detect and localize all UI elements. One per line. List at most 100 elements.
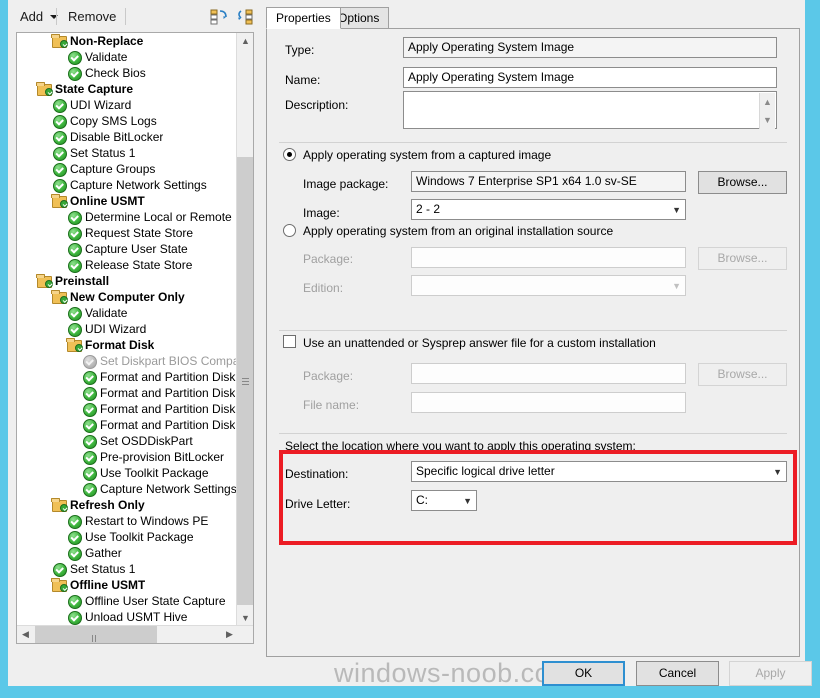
tree-horizontal-scrollbar[interactable]: ◀ ▶ bbox=[17, 625, 253, 643]
step-enabled-icon bbox=[66, 258, 82, 273]
description-scroll-buttons[interactable]: ▲ ▼ bbox=[759, 93, 775, 129]
collapse-all-icon[interactable] bbox=[210, 8, 230, 26]
tree-item[interactable]: Set Status 1 bbox=[17, 561, 237, 577]
tree-item-label: Preinstall bbox=[55, 274, 110, 288]
tree-item[interactable]: Format and Partition Disk bbox=[17, 385, 237, 401]
type-label: Type: bbox=[285, 43, 315, 57]
tree-item[interactable]: Check Bios bbox=[17, 65, 237, 81]
scroll-up-icon[interactable]: ▲ bbox=[237, 33, 253, 50]
unattend-checkbox[interactable] bbox=[283, 335, 296, 348]
tree-item[interactable]: Format and Partition Disk ( bbox=[17, 401, 237, 417]
tree-item[interactable]: Validate bbox=[17, 305, 237, 321]
tree-item[interactable]: Set OSDDiskPart bbox=[17, 433, 237, 449]
task-sequence-tree-pane: Add Remove Non-Replace Validate Check Bi… bbox=[8, 0, 261, 686]
tree-vertical-scrollbar[interactable]: ▲ ▼ bbox=[236, 33, 253, 627]
tree-item[interactable]: Non-Replace bbox=[17, 33, 237, 49]
tree-item-label: Gather bbox=[85, 546, 122, 560]
task-sequence-tree[interactable]: Non-Replace Validate Check Bios State Captu… bbox=[16, 32, 254, 644]
tree-item[interactable]: State Capture bbox=[17, 81, 237, 97]
dialog-button-row: OK Cancel Apply bbox=[261, 657, 812, 686]
scroll-down-icon[interactable]: ▼ bbox=[760, 111, 775, 129]
tree-item[interactable]: Gather bbox=[17, 545, 237, 561]
tree-item[interactable]: Copy SMS Logs bbox=[17, 113, 237, 129]
tree-item[interactable]: Pre-provision BitLocker bbox=[17, 449, 237, 465]
tree-item-label: Refresh Only bbox=[70, 498, 145, 512]
expand-all-icon[interactable] bbox=[234, 8, 254, 26]
tree-items-viewport: Non-Replace Validate Check Bios State Captu… bbox=[17, 33, 237, 627]
tree-item[interactable]: Validate bbox=[17, 49, 237, 65]
tree-item[interactable]: Refresh Only bbox=[17, 497, 237, 513]
package-browse-button: Browse... bbox=[698, 247, 787, 270]
step-enabled-icon bbox=[66, 546, 82, 561]
step-enabled-icon bbox=[81, 482, 97, 497]
add-button-label: Add bbox=[20, 9, 44, 24]
tree-item[interactable]: Set Diskpart BIOS Compat bbox=[17, 353, 237, 369]
tree-item[interactable]: Offline User State Capture bbox=[17, 593, 237, 609]
tree-item[interactable]: UDI Wizard bbox=[17, 97, 237, 113]
ok-button[interactable]: OK bbox=[542, 661, 625, 686]
radio-captured-image[interactable] bbox=[283, 148, 296, 161]
scroll-left-icon[interactable]: ◀ bbox=[17, 626, 34, 643]
tree-item[interactable]: Unload USMT Hive bbox=[17, 609, 237, 625]
step-enabled-icon bbox=[51, 114, 67, 129]
scroll-right-icon[interactable]: ▶ bbox=[221, 626, 238, 643]
tree-toolbar: Add Remove bbox=[8, 0, 261, 32]
task-sequence-editor-window: Add Remove Non-Replace Validate Check Bi… bbox=[8, 0, 812, 688]
tree-item[interactable]: New Computer Only bbox=[17, 289, 237, 305]
remove-button[interactable]: Remove bbox=[62, 6, 122, 27]
radio-original-source[interactable] bbox=[283, 224, 296, 237]
scroll-up-icon[interactable]: ▲ bbox=[760, 93, 775, 111]
tree-item-label: Format Disk bbox=[85, 338, 155, 352]
tree-item[interactable]: Capture Groups bbox=[17, 161, 237, 177]
tree-item[interactable]: Set Status 1 bbox=[17, 145, 237, 161]
image-package-browse-button[interactable]: Browse... bbox=[698, 171, 787, 194]
tree-item[interactable]: Format Disk bbox=[17, 337, 237, 353]
tree-item-label: State Capture bbox=[55, 82, 134, 96]
scroll-thumb-grip bbox=[92, 631, 100, 642]
step-enabled-icon bbox=[51, 146, 67, 161]
name-input[interactable]: Apply Operating System Image bbox=[403, 67, 777, 88]
drive-letter-select[interactable]: C: ▼ bbox=[411, 490, 477, 511]
tree-item[interactable]: Preinstall bbox=[17, 273, 237, 289]
step-enabled-icon bbox=[66, 322, 82, 337]
tree-item[interactable]: UDI Wizard bbox=[17, 321, 237, 337]
tree-item[interactable]: Disable BitLocker bbox=[17, 129, 237, 145]
tree-item[interactable]: Capture Network Settings bbox=[17, 177, 237, 193]
apply-button: Apply bbox=[729, 661, 812, 686]
chevron-down-icon: ▼ bbox=[672, 204, 681, 215]
tree-item-label: Non-Replace bbox=[70, 34, 144, 48]
folder-check-badge-icon bbox=[45, 280, 53, 288]
tree-item[interactable]: Restart to Windows PE bbox=[17, 513, 237, 529]
image-select[interactable]: 2 - 2 ▼ bbox=[411, 199, 686, 220]
tree-item[interactable]: Capture Network Settings bbox=[17, 481, 237, 497]
folder-checked-icon bbox=[36, 82, 53, 96]
cancel-button[interactable]: Cancel bbox=[636, 661, 719, 686]
tree-item[interactable]: Format and Partition Disk bbox=[17, 417, 237, 433]
folder-checked-icon bbox=[36, 274, 53, 288]
tree-item[interactable]: Release State Store bbox=[17, 257, 237, 273]
radio-captured-image-label: Apply operating system from a captured i… bbox=[303, 148, 552, 162]
vertical-scroll-thumb[interactable] bbox=[237, 157, 253, 605]
tree-item[interactable]: Online USMT bbox=[17, 193, 237, 209]
destination-select[interactable]: Specific logical drive letter ▼ bbox=[411, 461, 787, 482]
tree-item[interactable]: Determine Local or Remote Us bbox=[17, 209, 237, 225]
toolbar-divider bbox=[125, 8, 126, 25]
horizontal-scroll-thumb[interactable] bbox=[35, 626, 157, 643]
tree-item-label: Pre-provision BitLocker bbox=[100, 450, 225, 464]
step-enabled-icon bbox=[66, 594, 82, 609]
tree-item[interactable]: Use Toolkit Package bbox=[17, 465, 237, 481]
description-input[interactable]: ▲ ▼ bbox=[403, 91, 777, 129]
tree-item-label: Use Toolkit Package bbox=[100, 466, 209, 480]
tree-item[interactable]: Request State Store bbox=[17, 225, 237, 241]
tree-item-label: Capture Network Settings bbox=[70, 178, 207, 192]
folder-checked-icon bbox=[51, 194, 68, 208]
tree-item-label: Offline User State Capture bbox=[85, 594, 226, 608]
tree-item-label: Check Bios bbox=[85, 66, 146, 80]
step-enabled-icon bbox=[81, 434, 97, 449]
folder-check-badge-icon bbox=[60, 200, 68, 208]
tree-item[interactable]: Offline USMT bbox=[17, 577, 237, 593]
tree-item[interactable]: Format and Partition Disk ( bbox=[17, 369, 237, 385]
tree-item[interactable]: Use Toolkit Package bbox=[17, 529, 237, 545]
tab-properties[interactable]: Properties bbox=[266, 7, 341, 29]
tree-item[interactable]: Capture User State bbox=[17, 241, 237, 257]
